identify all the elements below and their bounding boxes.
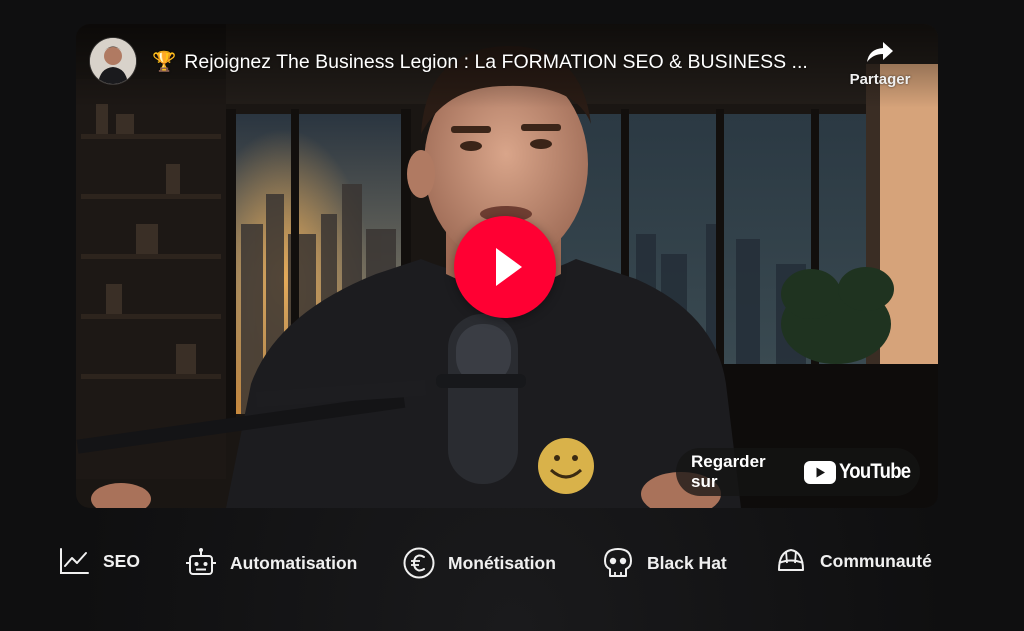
page: 🏆 Rejoignez The Business Legion : La FORM… <box>0 0 1024 631</box>
category-label: Monétisation <box>448 552 556 573</box>
youtube-play-icon <box>803 460 836 484</box>
category-label: SEO <box>103 550 140 571</box>
share-arrow-icon <box>867 42 893 62</box>
trophy-icon: 🏆 <box>152 51 177 73</box>
video-title[interactable]: 🏆 Rejoignez The Business Legion : La FORM… <box>152 49 842 75</box>
channel-avatar[interactable] <box>90 38 136 84</box>
watch-on-label: Regarder sur <box>691 452 766 491</box>
category-monetisation[interactable]: Monétisation <box>402 546 556 580</box>
category-label: Automatisation <box>230 552 358 573</box>
video-embed[interactable]: 🏆 Rejoignez The Business Legion : La FORM… <box>76 24 938 508</box>
play-icon <box>496 248 522 286</box>
category-label: Communauté <box>820 550 932 571</box>
category-seo[interactable]: SEO <box>57 544 140 578</box>
category-label: Black Hat <box>647 552 727 573</box>
youtube-wordmark: YouTube <box>838 460 911 483</box>
share-label: Partager <box>849 71 911 88</box>
video-title-text: Rejoignez The Business Legion : La FORMA… <box>184 51 808 73</box>
video-top-bar: 🏆 Rejoignez The Business Legion : La FORM… <box>76 24 938 108</box>
watch-on-youtube-button[interactable]: Regarder sur YouTube <box>676 448 920 496</box>
euro-icon <box>403 547 435 579</box>
share-button[interactable]: Partager <box>844 40 916 96</box>
robot-icon <box>186 548 216 575</box>
play-button[interactable] <box>454 216 556 318</box>
category-black-hat[interactable]: Black Hat <box>601 546 727 580</box>
category-communaute[interactable]: Communauté <box>774 544 932 578</box>
youtube-logo: YouTube <box>803 460 920 484</box>
skull-icon <box>604 548 632 577</box>
category-nav: SEO Automatisation Monétisation Black Ha… <box>0 540 1024 590</box>
category-automatisation[interactable]: Automatisation <box>184 546 357 580</box>
community-icon <box>778 549 804 571</box>
line-chart-icon <box>60 548 89 574</box>
